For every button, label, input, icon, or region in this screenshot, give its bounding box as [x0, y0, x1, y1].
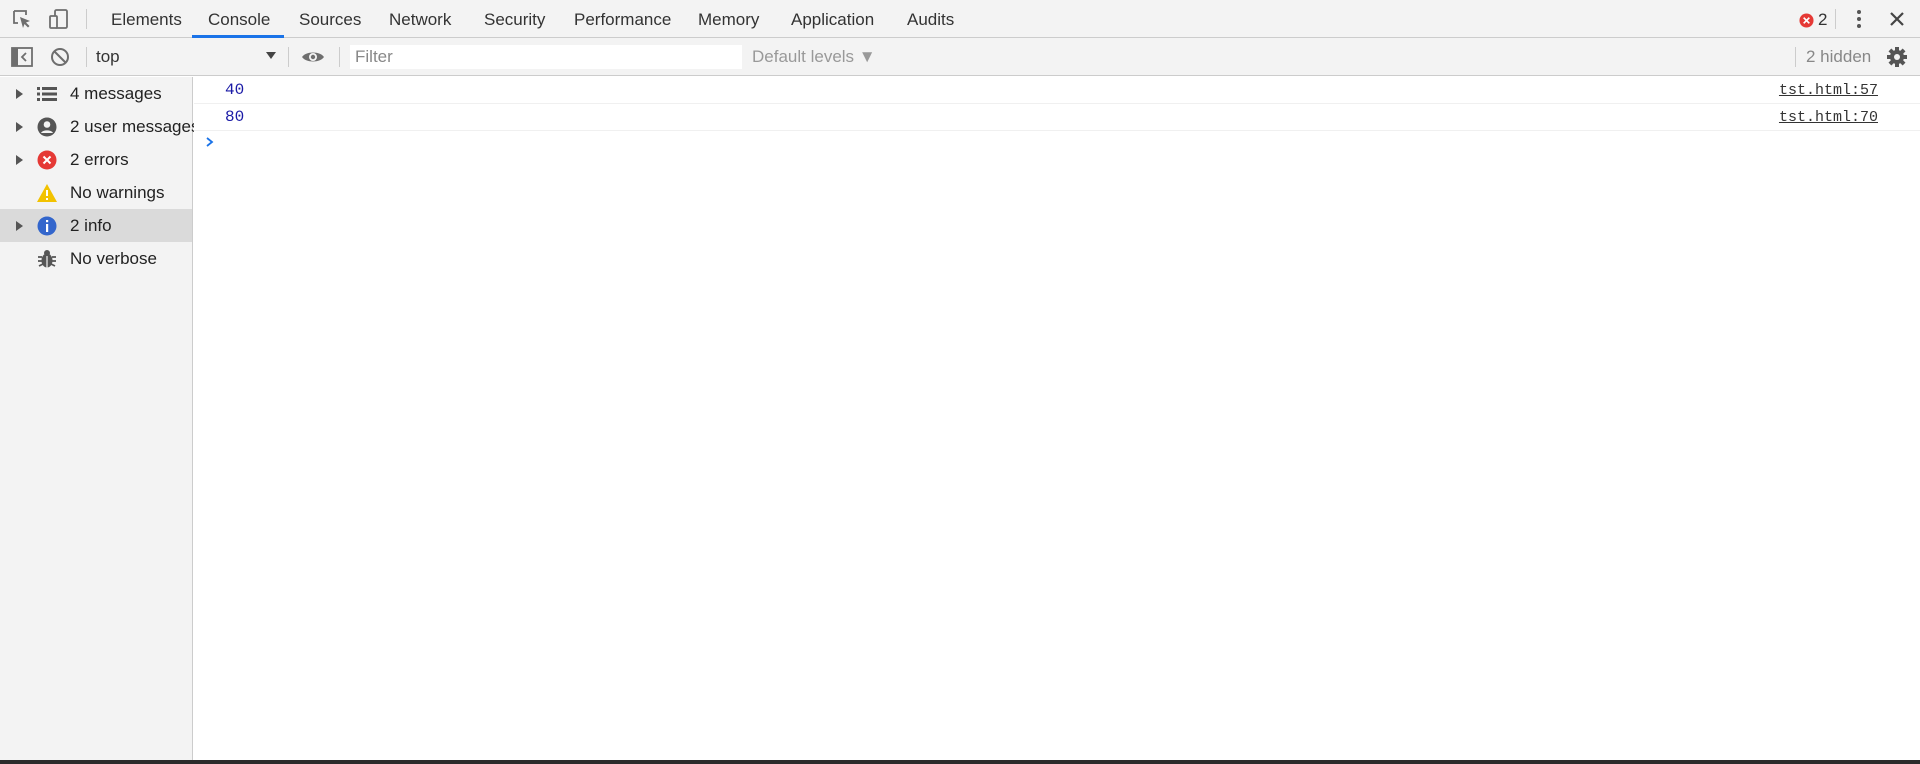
tab-performance[interactable]: Performance [574, 0, 671, 38]
sidebar-item-errors[interactable]: 2 errors [0, 143, 192, 176]
close-icon[interactable] [1885, 7, 1909, 31]
toolbar-divider [288, 47, 289, 67]
sidebar-item-user-messages[interactable]: 2 user messages [0, 110, 199, 143]
user-icon [36, 116, 58, 138]
bug-icon [36, 248, 58, 270]
error-count-label: 2 [1818, 10, 1828, 29]
tab-console[interactable]: Console [208, 0, 270, 38]
devtools-tabbar: Elements Console Sources Network Securit… [0, 0, 1920, 38]
tab-network[interactable]: Network [389, 0, 451, 38]
sidebar-item-label: 2 user messages [70, 117, 200, 136]
toolbar-divider [1835, 9, 1836, 29]
expand-arrow-icon[interactable] [14, 154, 24, 166]
console-prompt-icon[interactable] [204, 132, 216, 152]
toolbar-divider [86, 9, 87, 29]
toolbar-divider [86, 47, 87, 67]
toolbar-divider [1795, 47, 1796, 67]
sidebar-item-label: 2 info [70, 216, 112, 235]
info-icon [36, 215, 58, 237]
sidebar-item-label: 4 messages [70, 84, 162, 103]
sidebar-item-messages[interactable]: 4 messages [0, 77, 192, 110]
clear-console-icon[interactable] [48, 45, 72, 69]
expand-arrow-icon[interactable] [14, 220, 24, 232]
console-toolbar: top Default levels ▼ 2 hidden [0, 38, 1920, 76]
expand-arrow-icon[interactable] [14, 121, 24, 133]
context-selector[interactable]: top [96, 45, 282, 69]
source-link[interactable]: tst.html:70 [1779, 104, 1878, 131]
inspect-element-icon[interactable] [10, 7, 34, 31]
error-counter[interactable]: 2 [1799, 9, 1827, 31]
toolbar-divider [339, 47, 340, 67]
log-levels-dropdown[interactable]: Default levels ▼ [752, 45, 876, 69]
tab-elements[interactable]: Elements [111, 0, 182, 38]
console-message: 80 tst.html:70 [194, 104, 1920, 131]
window-bottom-edge [0, 760, 1920, 764]
sidebar-item-label: 2 errors [70, 150, 129, 169]
gear-icon[interactable] [1885, 45, 1909, 69]
console-message: 40 tst.html:57 [194, 77, 1920, 104]
list-icon [36, 83, 58, 105]
chevron-down-icon [266, 52, 276, 59]
source-link[interactable]: tst.html:57 [1779, 77, 1878, 104]
tab-security[interactable]: Security [484, 0, 545, 38]
tab-memory[interactable]: Memory [698, 0, 759, 38]
live-expression-eye-icon[interactable] [301, 45, 325, 69]
console-output: 40 tst.html:57 80 tst.html:70 [194, 77, 1920, 764]
sidebar-item-label: No verbose [70, 249, 157, 268]
message-value: 80 [225, 108, 245, 126]
error-icon [1799, 12, 1814, 28]
sidebar-item-warnings[interactable]: No warnings [0, 176, 192, 209]
sidebar-item-info[interactable]: 2 info [0, 209, 192, 242]
hidden-messages-count: 2 hidden [1806, 47, 1872, 66]
tab-sources[interactable]: Sources [299, 0, 361, 38]
console-sidebar: 4 messages 2 user messages 2 errors No w… [0, 77, 199, 764]
tab-audits[interactable]: Audits [907, 0, 954, 38]
expand-arrow-icon[interactable] [14, 88, 24, 100]
show-sidebar-icon[interactable] [10, 45, 34, 69]
more-options-icon[interactable] [1847, 7, 1871, 31]
device-toolbar-icon[interactable] [47, 7, 71, 31]
message-value: 40 [225, 81, 245, 99]
error-icon [36, 149, 58, 171]
filter-input[interactable] [350, 45, 742, 69]
sidebar-item-verbose[interactable]: No verbose [0, 242, 192, 275]
warning-icon [36, 182, 58, 204]
sidebar-item-label: No warnings [70, 183, 165, 202]
tab-application[interactable]: Application [791, 0, 874, 38]
